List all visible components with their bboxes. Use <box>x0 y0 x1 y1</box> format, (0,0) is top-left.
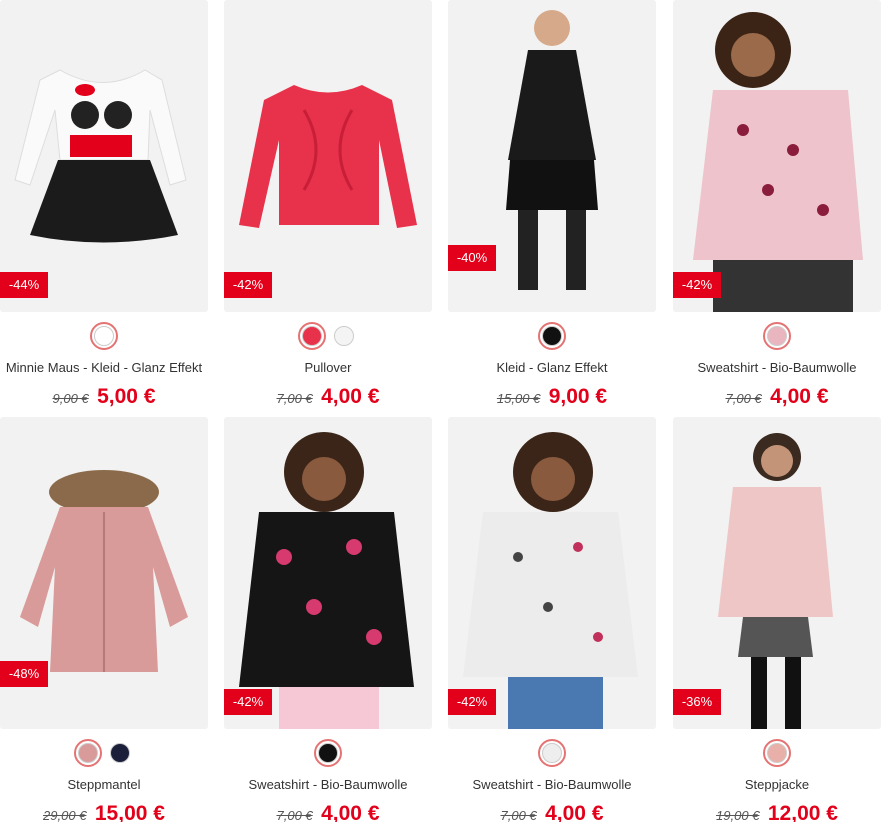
product-image[interactable]: -42% <box>224 417 432 729</box>
product-photo-model-sweatshirt <box>693 12 863 312</box>
old-price: 29,00 € <box>43 808 87 822</box>
color-swatches <box>448 316 656 356</box>
color-swatch[interactable] <box>106 739 134 767</box>
old-price: 9,00 € <box>52 391 89 406</box>
product-card[interactable]: -40% Kleid - Glanz Effekt 15,00 € 9,00 € <box>448 0 656 412</box>
old-price: 7,00 € <box>500 808 537 822</box>
sale-price: 4,00 € <box>321 802 380 822</box>
product-image[interactable]: -36% <box>673 417 881 729</box>
color-swatches <box>448 733 656 773</box>
old-price: 15,00 € <box>496 391 541 406</box>
product-name[interactable]: Minnie Maus - Kleid - Glanz Effekt <box>0 358 208 378</box>
sale-price: 4,00 € <box>321 385 380 408</box>
product-price: 7,00 € 4,00 € <box>448 799 656 822</box>
product-card[interactable]: -36% Steppjacke 19,00 € 12,00 € <box>673 417 881 822</box>
product-card[interactable]: -42% Sweatshirt - Bio-Baumwolle 7,00 € 4… <box>673 0 881 412</box>
sale-price: 5,00 € <box>97 385 156 408</box>
product-photo-model-print-sweatshirt <box>463 432 638 729</box>
discount-badge: -42% <box>224 272 272 298</box>
product-card[interactable]: -42% Sweatshirt - Bio-Baumwolle 7,00 € 4… <box>224 417 432 822</box>
product-price: 7,00 € 4,00 € <box>224 799 432 822</box>
sale-price: 15,00 € <box>94 802 165 822</box>
product-image[interactable]: -42% <box>673 0 881 312</box>
sale-price: 9,00 € <box>548 385 608 408</box>
product-card[interactable]: -42% Pullover 7,00 € 4,00 € <box>224 0 432 412</box>
product-image[interactable]: -42% <box>448 417 656 729</box>
color-swatch[interactable] <box>330 322 358 350</box>
color-swatch[interactable] <box>763 322 791 350</box>
color-swatches <box>224 733 432 773</box>
color-swatch[interactable] <box>763 739 791 767</box>
product-photo-dress <box>14 69 187 243</box>
product-price: 7,00 € 4,00 € <box>224 382 432 412</box>
product-image[interactable]: -48% <box>0 417 208 729</box>
product-image[interactable]: -40% <box>448 0 656 312</box>
old-price: 7,00 € <box>276 391 313 406</box>
color-swatches <box>0 733 208 773</box>
color-swatches <box>0 316 208 356</box>
product-name[interactable]: Pullover <box>224 358 432 378</box>
product-name[interactable]: Steppjacke <box>673 775 881 795</box>
discount-badge: -48% <box>0 661 48 687</box>
product-name[interactable]: Steppmantel <box>0 775 208 795</box>
product-name[interactable]: Sweatshirt - Bio-Baumwolle <box>448 775 656 795</box>
product-photo-model-floral-sweatshirt <box>239 432 414 729</box>
product-card[interactable]: -42% Sweatshirt - Bio-Baumwolle 7,00 € 4… <box>448 417 656 822</box>
color-swatch[interactable] <box>314 739 342 767</box>
color-swatch[interactable] <box>538 739 566 767</box>
product-price: 19,00 € 12,00 € <box>673 799 881 822</box>
product-price: 15,00 € 9,00 € <box>448 382 656 412</box>
sale-price: 4,00 € <box>770 385 829 408</box>
product-price: 7,00 € 4,00 € <box>673 382 881 412</box>
product-photo-pullover <box>239 85 417 228</box>
old-price: 19,00 € <box>716 808 760 822</box>
product-price: 9,00 € 5,00 € <box>0 382 208 412</box>
color-swatch[interactable] <box>74 739 102 767</box>
color-swatches <box>673 733 881 773</box>
color-swatch[interactable] <box>538 322 566 350</box>
product-card[interactable]: -44% Minnie Maus - Kleid - Glanz Effekt … <box>0 0 208 412</box>
product-grid: -44% Minnie Maus - Kleid - Glanz Effekt … <box>0 0 882 822</box>
color-swatches <box>673 316 881 356</box>
color-swatch[interactable] <box>90 322 118 350</box>
sale-price: 4,00 € <box>545 802 604 822</box>
product-photo-model-jacket <box>718 433 833 729</box>
discount-badge: -40% <box>448 245 496 271</box>
product-image[interactable]: -42% <box>224 0 432 312</box>
discount-badge: -42% <box>448 689 496 715</box>
discount-badge: -44% <box>0 272 48 298</box>
discount-badge: -36% <box>673 689 721 715</box>
color-swatch[interactable] <box>298 322 326 350</box>
product-price: 29,00 € 15,00 € <box>0 799 208 822</box>
product-image[interactable]: -44% <box>0 0 208 312</box>
product-name[interactable]: Sweatshirt - Bio-Baumwolle <box>224 775 432 795</box>
color-swatches <box>224 316 432 356</box>
old-price: 7,00 € <box>725 391 762 406</box>
discount-badge: -42% <box>673 272 721 298</box>
product-name[interactable]: Kleid - Glanz Effekt <box>448 358 656 378</box>
product-card[interactable]: -48% Steppmantel 29,00 € 15,00 € <box>0 417 208 822</box>
old-price: 7,00 € <box>276 808 313 822</box>
discount-badge: -42% <box>224 689 272 715</box>
product-name[interactable]: Sweatshirt - Bio-Baumwolle <box>673 358 881 378</box>
sale-price: 12,00 € <box>767 802 838 822</box>
